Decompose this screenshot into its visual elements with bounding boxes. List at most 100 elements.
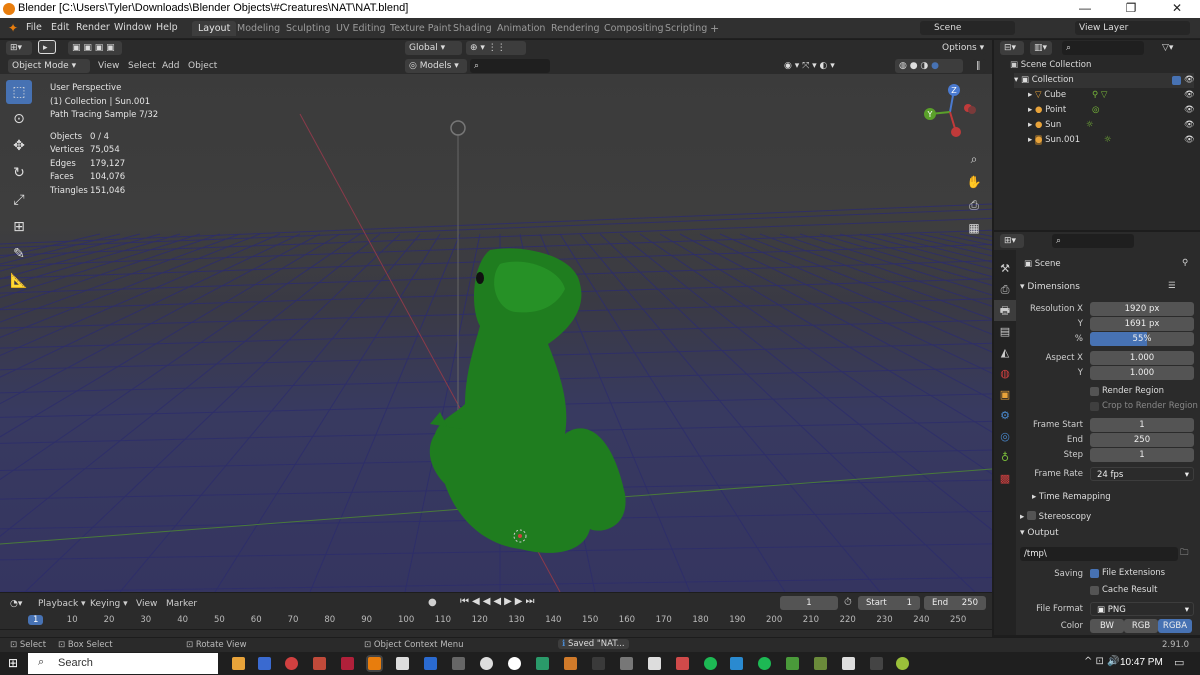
menu-file[interactable]: File xyxy=(26,22,42,33)
taskbar-app-icon-2[interactable] xyxy=(396,657,409,670)
taskbar-app-icon-3[interactable] xyxy=(424,657,437,670)
tab-layout[interactable]: Layout xyxy=(192,21,237,36)
tray-icons[interactable]: ^ ⊡ 🔊 xyxy=(1084,656,1120,667)
color-bw-button[interactable]: BW xyxy=(1090,619,1124,633)
aspect-x-field[interactable]: 1.000 xyxy=(1090,351,1194,365)
object-tab-icon[interactable]: ▣ xyxy=(994,384,1016,405)
measure-tool-icon[interactable]: 📐 xyxy=(6,269,32,293)
ortho-grid-icon[interactable]: ▦ xyxy=(966,217,982,240)
mode-dropdown[interactable]: Object Mode ▾ xyxy=(8,59,90,73)
taskbar-app-icon-16[interactable] xyxy=(814,657,827,670)
notification-icon[interactable]: ▭ xyxy=(1174,656,1184,669)
view-layer-selector[interactable]: View Layer xyxy=(1075,21,1190,35)
move-tool-icon[interactable]: ✥ xyxy=(6,134,32,158)
menu-window[interactable]: Window xyxy=(114,22,151,33)
taskbar-app-icon-13[interactable] xyxy=(704,657,717,670)
end-frame-field[interactable]: End 250 xyxy=(924,596,986,610)
taskbar-app-icon-9[interactable] xyxy=(592,657,605,670)
frame-rate-dropdown[interactable]: 24 fps ▾ xyxy=(1090,467,1194,481)
outliner-item-sun-001[interactable]: ▸ ● Sun.001 ☼ 👁 xyxy=(1028,133,1195,148)
taskbar-app-icon-11[interactable] xyxy=(648,657,661,670)
pivot-snap-buttons[interactable]: ⊕ ▾ ⋮⋮ xyxy=(466,41,526,55)
outliner-item-cube[interactable]: ▸ ▽ Cube ⚲ ▽ 👁 xyxy=(1028,88,1195,103)
rotate-tool-icon[interactable]: ↻ xyxy=(6,161,32,185)
scene-selector[interactable]: Scene xyxy=(920,21,1015,35)
taskbar-app-icon-7[interactable] xyxy=(536,657,549,670)
render-region-checkbox[interactable] xyxy=(1090,387,1099,396)
stereoscopy-panel-header[interactable]: ▸ Stereoscopy xyxy=(1020,510,1091,522)
menu-select[interactable]: Select xyxy=(128,61,156,71)
taskbar-app-icon-17[interactable] xyxy=(842,657,855,670)
annotate-tool-icon[interactable]: ✎ xyxy=(6,242,32,266)
output-panel-header[interactable]: ▾ Output xyxy=(1020,528,1059,538)
taskbar-app-icon-8[interactable] xyxy=(564,657,577,670)
playback-controls[interactable]: ⏮◀◀◀▶▶⏭ xyxy=(460,596,537,607)
selection-mode-buttons[interactable]: ▣ ▣ ▣ ▣ xyxy=(68,41,122,55)
windows-start-icon[interactable]: ⊞ xyxy=(8,656,18,670)
collection-row[interactable]: ▾ ▣ Collection 👁 xyxy=(1014,73,1195,88)
timeline-ruler[interactable]: 1 10 20 30 40 50 60 70 80 90 100 110 120 130 140 150 160… xyxy=(0,614,992,628)
viewport-search[interactable]: ⌕ xyxy=(470,59,550,73)
render-tab-icon[interactable]: ⎙ xyxy=(994,279,1016,300)
taskbar-app-icon-10[interactable] xyxy=(620,657,633,670)
taskbar-app-icon-5[interactable] xyxy=(480,657,493,670)
outliner-display-mode[interactable]: ▥▾ xyxy=(1030,41,1052,55)
menu-object[interactable]: Object xyxy=(188,61,217,71)
start-frame-field[interactable]: Start 1 xyxy=(858,596,920,610)
menu-help[interactable]: Help xyxy=(156,22,178,33)
timeline-scrollbar[interactable] xyxy=(0,629,992,635)
menu-timeline-view[interactable]: View xyxy=(136,599,157,609)
outliner-item-point[interactable]: ▸ ● Point ◎ 👁 xyxy=(1028,103,1195,118)
taskbar-app-icon-15[interactable] xyxy=(786,657,799,670)
tab-uv-editing[interactable]: UV Editing xyxy=(330,21,392,36)
output-path-field[interactable]: /tmp\ xyxy=(1020,547,1178,561)
taskbar-app-icon-12[interactable] xyxy=(676,657,689,670)
menu-edit[interactable]: Edit xyxy=(51,22,69,33)
taskbar-app-icon-6[interactable] xyxy=(508,657,521,670)
resolution-percent-slider[interactable]: 55% xyxy=(1090,332,1194,346)
collection-dropdown[interactable]: ◎ Models ▾ xyxy=(405,59,467,73)
zoom-icon[interactable]: ⌕ xyxy=(966,148,982,171)
outliner-item-sun[interactable]: ▸ ● Sun ☼ 👁 xyxy=(1028,118,1195,133)
camera-view-icon[interactable]: ⎙ xyxy=(966,194,982,217)
menu-add[interactable]: Add xyxy=(162,61,179,71)
outliner-search[interactable]: ⌕ xyxy=(1062,41,1144,55)
taskbar-app-spotify-icon[interactable] xyxy=(758,657,771,670)
maximize-button[interactable]: ❐ xyxy=(1108,0,1154,18)
menu-playback[interactable]: Playback ▾ xyxy=(38,599,86,609)
scene-collection-row[interactable]: ▣ Scene Collection xyxy=(1010,58,1091,73)
presets-icon[interactable]: ☰ xyxy=(1168,281,1176,291)
resolution-y-field[interactable]: 1691 px xyxy=(1090,317,1194,331)
pan-hand-icon[interactable]: ✋ xyxy=(966,171,982,194)
orientation-dropdown[interactable]: Global ▾ xyxy=(405,41,462,55)
taskbar-app-icon-14[interactable] xyxy=(730,657,743,670)
timeline-editor-type[interactable]: ◔▾ xyxy=(6,597,30,611)
transform-tool-icon[interactable]: ⊞ xyxy=(6,215,32,239)
taskbar-app-mail-icon[interactable] xyxy=(258,657,271,670)
taskbar-app-chrome-icon[interactable] xyxy=(285,657,298,670)
tab-animation[interactable]: Animation xyxy=(491,21,551,36)
minimize-button[interactable]: — xyxy=(1062,0,1108,18)
select-box-tool-icon[interactable]: ⬚ xyxy=(6,80,32,104)
taskbar-search[interactable]: ⌕ Search xyxy=(28,653,218,674)
file-extensions-checkbox[interactable] xyxy=(1090,569,1099,578)
pin-icon[interactable]: ⚲ xyxy=(1182,258,1188,268)
cache-result-checkbox[interactable] xyxy=(1090,586,1099,595)
taskbar-app-icon-18[interactable] xyxy=(870,657,883,670)
frame-step-field[interactable]: 1 xyxy=(1090,448,1194,462)
crop-checkbox[interactable] xyxy=(1090,402,1099,411)
aspect-y-field[interactable]: 1.000 xyxy=(1090,366,1194,380)
tab-sculpting[interactable]: Sculpting xyxy=(280,21,336,36)
color-rgb-button[interactable]: RGB xyxy=(1124,619,1158,633)
resolution-x-field[interactable]: 1920 px xyxy=(1090,302,1194,316)
color-rgba-button[interactable]: RGBA xyxy=(1158,619,1192,633)
frame-end-field[interactable]: 250 xyxy=(1090,433,1194,447)
blender-menu-icon[interactable]: ✦ xyxy=(8,21,18,35)
cursor-tool-icon[interactable]: ⊙ xyxy=(6,107,32,131)
taskbar-app-icon-19[interactable] xyxy=(896,657,909,670)
taskbar-app-icon-4[interactable] xyxy=(452,657,465,670)
outliner-filter-icon[interactable]: ▽▾ xyxy=(1158,41,1182,55)
menu-view[interactable]: View xyxy=(98,61,119,71)
file-format-dropdown[interactable]: ▣ PNG ▾ xyxy=(1090,602,1194,616)
frame-start-field[interactable]: 1 xyxy=(1090,418,1194,432)
